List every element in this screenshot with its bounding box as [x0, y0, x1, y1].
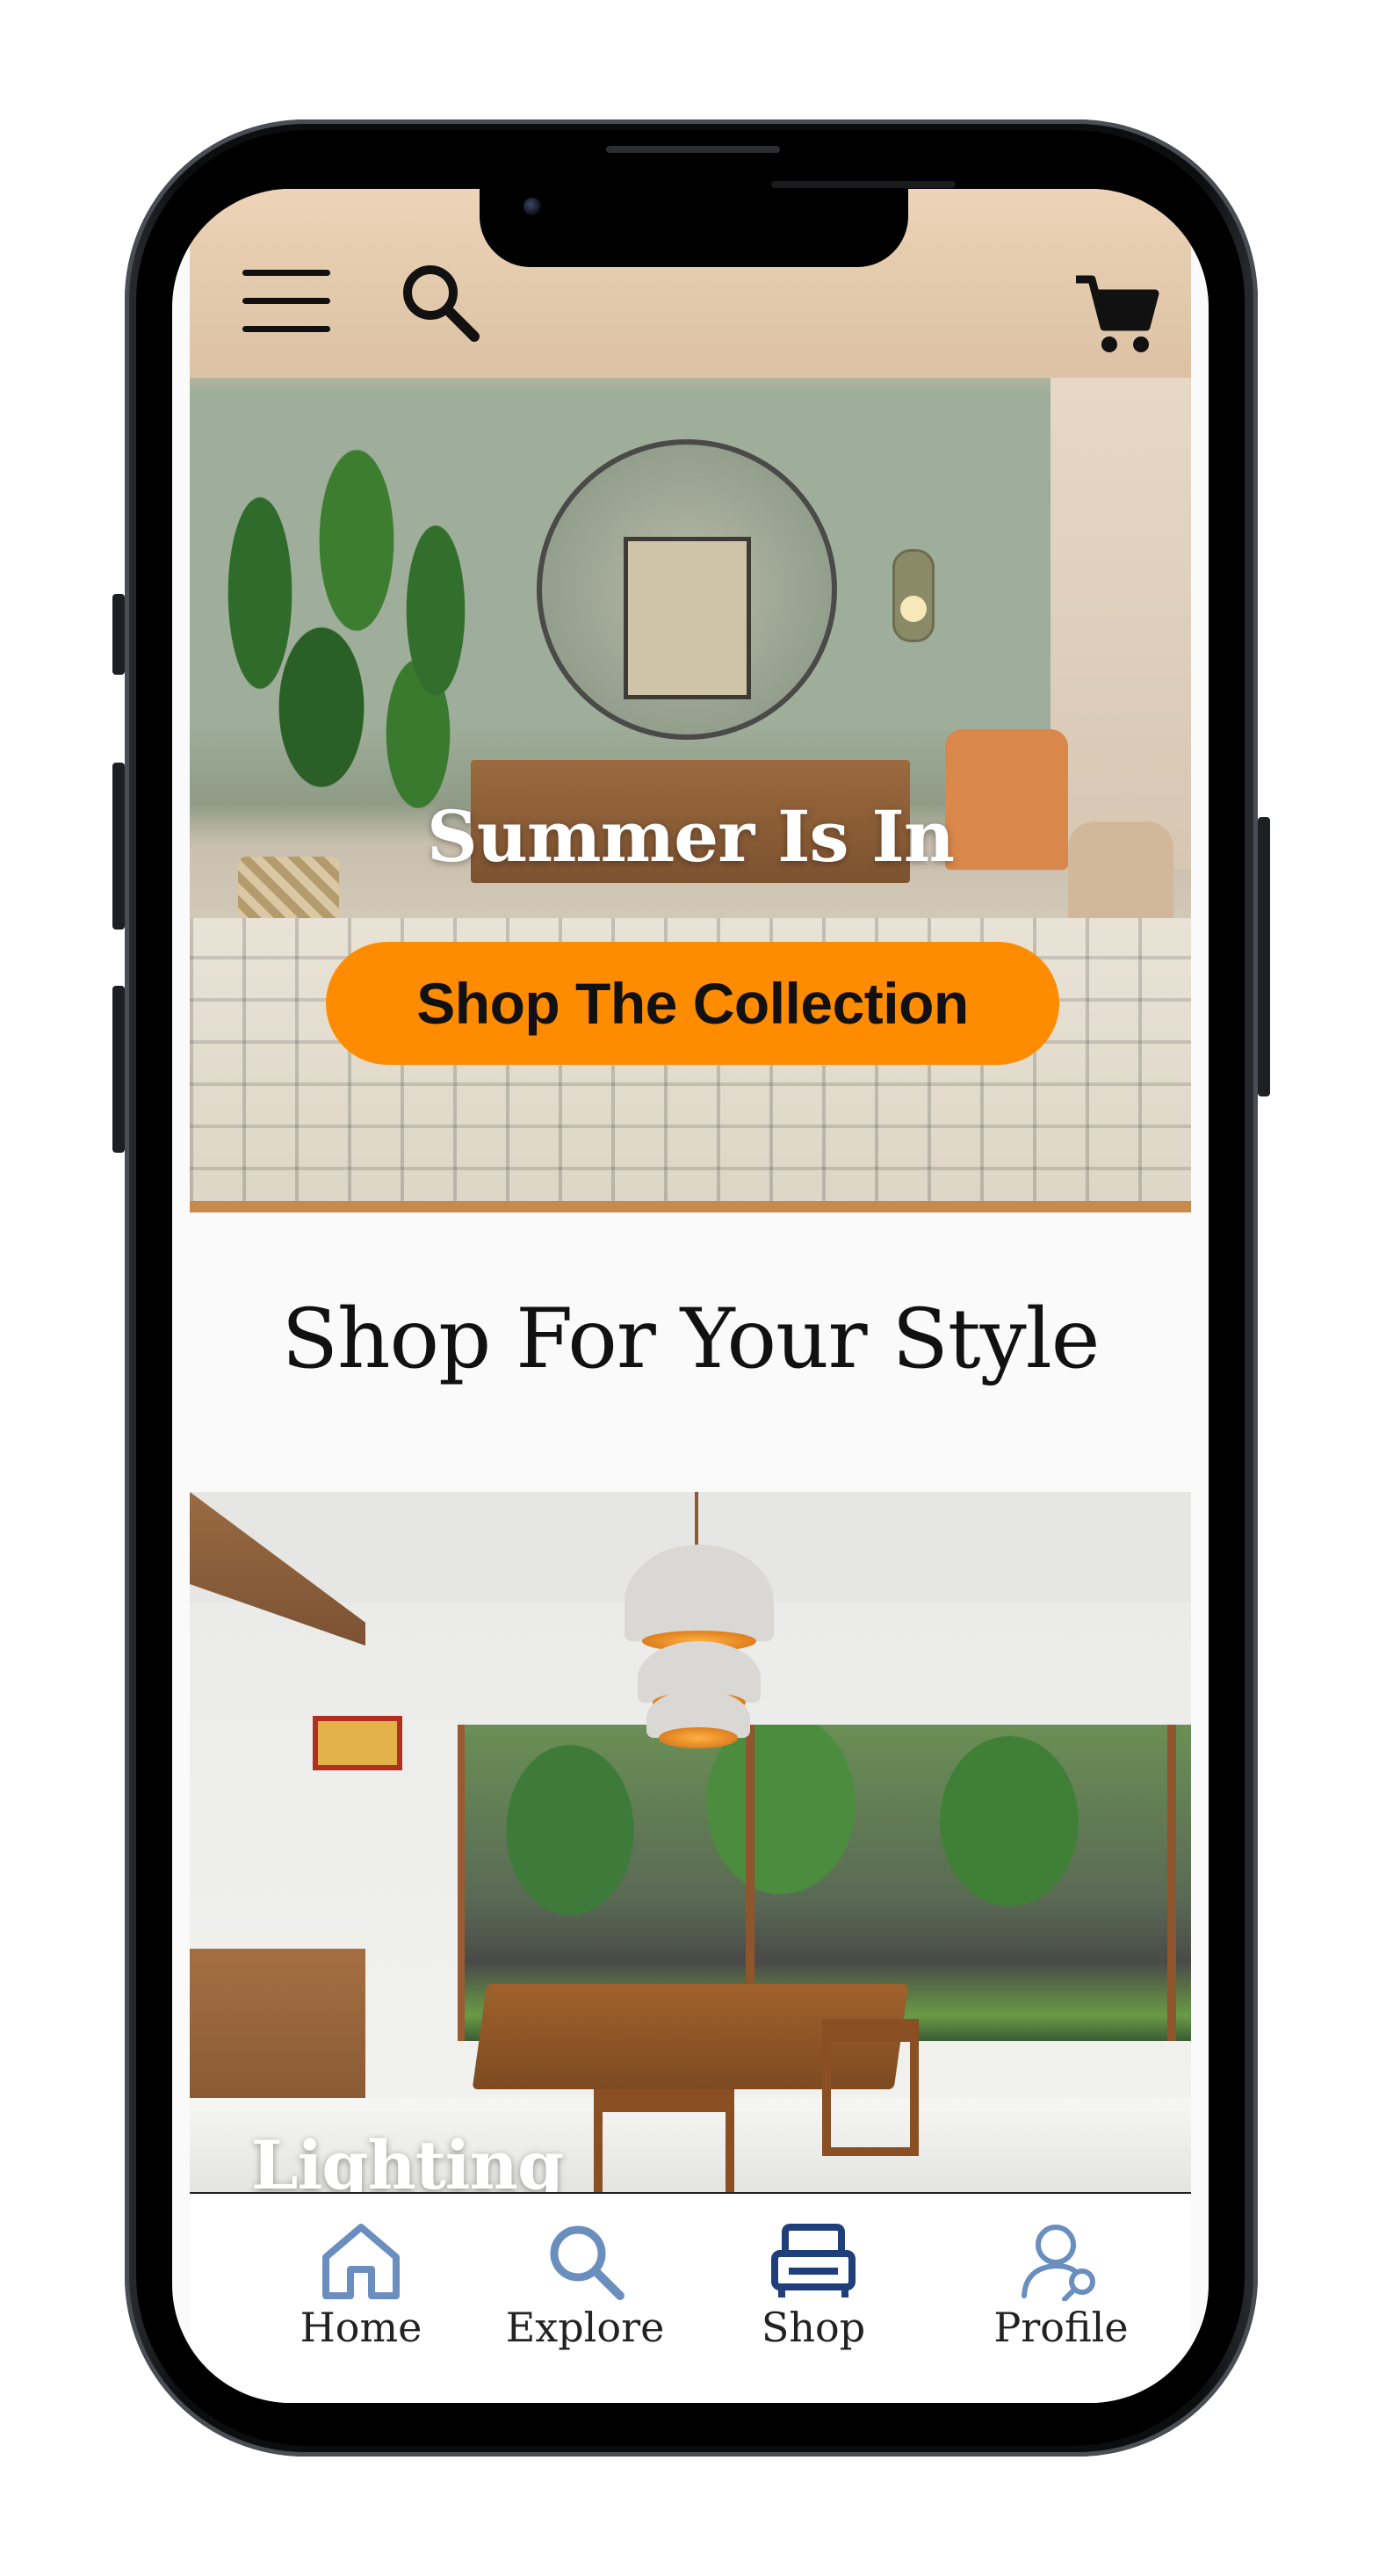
hero-round-mirror: [537, 439, 837, 740]
earpiece-speaker: [606, 146, 780, 153]
hero-title: Summer Is In: [426, 795, 955, 878]
volume-up-button: [112, 763, 125, 930]
tab-explore[interactable]: Explore: [480, 2194, 690, 2370]
hamburger-menu-icon[interactable]: [242, 270, 330, 354]
hero-wall-sconce-right: [892, 549, 935, 642]
search-icon[interactable]: [399, 261, 482, 349]
profile-search-icon: [1017, 2220, 1105, 2305]
card-chair-front: [594, 2089, 734, 2192]
mute-switch: [112, 594, 125, 675]
hero-floor-edge: [190, 1201, 1191, 1212]
home-icon: [319, 2220, 403, 2305]
bottom-tab-bar: Home Explore Shop Profile: [190, 2194, 1191, 2403]
power-button: [1258, 817, 1270, 1096]
tab-home-label: Home: [300, 2304, 422, 2351]
hero-banner: Summer Is In Shop The Collection: [190, 189, 1191, 1212]
tab-shop[interactable]: Shop: [708, 2194, 919, 2370]
section-title: Shop For Your Style: [281, 1292, 1101, 1387]
hero-plant: [190, 417, 506, 980]
shopping-cart-icon[interactable]: [1072, 272, 1160, 360]
tab-shop-label: Shop: [761, 2304, 866, 2351]
shop-collection-button[interactable]: Shop The Collection: [326, 942, 1059, 1065]
camera-notch: [480, 181, 956, 267]
card-chair-right: [822, 2019, 919, 2156]
tab-explore-label: Explore: [505, 2304, 665, 2351]
hero-mirror-art: [624, 537, 751, 699]
sofa-icon: [769, 2220, 857, 2305]
tab-home[interactable]: Home: [256, 2194, 466, 2370]
front-camera: [523, 198, 541, 215]
search-icon: [543, 2220, 627, 2305]
category-label: Lighting: [251, 2126, 564, 2195]
tab-profile-label: Profile: [993, 2304, 1129, 2351]
volume-down-button: [112, 986, 125, 1153]
tab-profile[interactable]: Profile: [956, 2194, 1166, 2370]
app-screen: Summer Is In Shop The Collection Shop Fo…: [172, 189, 1209, 2403]
card-wall-painting: [313, 1716, 402, 1770]
category-card-lighting[interactable]: Lighting: [190, 1492, 1191, 2195]
